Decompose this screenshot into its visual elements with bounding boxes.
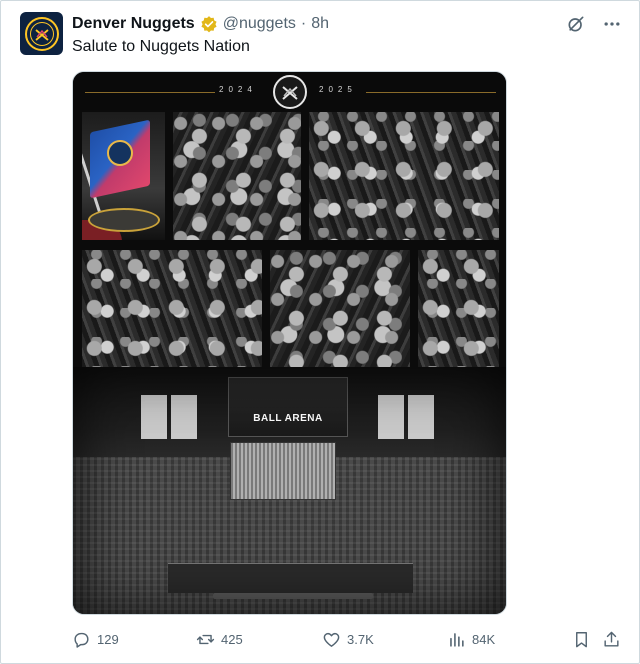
arena-photo: BALL ARENA	[73, 367, 506, 614]
display-name[interactable]: Denver Nuggets	[72, 15, 195, 33]
arena-banner	[141, 395, 167, 439]
user-handle[interactable]: @nuggets	[223, 15, 296, 33]
repost-count: 425	[221, 631, 243, 647]
tweet-card: Denver Nuggets @nuggets · 8h Salute to N…	[0, 0, 640, 664]
crowd-photo	[309, 112, 499, 240]
verified-badge-icon[interactable]	[200, 15, 218, 33]
year-left: 2024	[219, 85, 257, 94]
arena-banner	[171, 395, 197, 439]
reply-button[interactable]: 129	[72, 627, 119, 651]
arena-banner	[378, 395, 404, 439]
flag-emblem	[107, 140, 133, 166]
views-icon	[450, 632, 464, 647]
reply-count: 129	[97, 631, 119, 647]
share-icon	[604, 631, 619, 647]
share-button[interactable]	[602, 627, 621, 651]
year-right: 2025	[319, 85, 357, 94]
video-screen	[230, 442, 336, 500]
flag-photo	[82, 112, 165, 240]
tweet-text: Salute to Nuggets Nation	[72, 38, 250, 55]
divider	[85, 92, 215, 93]
top-actions	[565, 13, 623, 35]
views-button[interactable]: 84K	[447, 627, 495, 651]
reply-icon	[74, 632, 89, 648]
court	[168, 563, 413, 593]
view-count: 84K	[472, 631, 496, 647]
court-lettering	[213, 593, 373, 599]
like-count: 3.7K	[347, 631, 374, 647]
arena-banner	[408, 395, 434, 439]
nuggets-logo	[273, 75, 307, 109]
media-header-band: 2024 2025	[73, 72, 506, 110]
scoreboard	[228, 377, 348, 437]
separator-dot: ·	[300, 15, 307, 32]
pickaxe-icon	[282, 86, 298, 100]
crowd-photo	[173, 112, 301, 240]
divider	[366, 92, 496, 93]
heart-icon	[323, 632, 340, 647]
more-icon[interactable]	[601, 13, 623, 35]
like-button[interactable]: 3.7K	[322, 627, 374, 651]
pickaxe-icon	[34, 28, 49, 41]
timestamp[interactable]: 8h	[311, 15, 329, 33]
tweet-media-image[interactable]: 2024 2025 BALL ARENA	[72, 71, 507, 615]
tweet-header: Denver Nuggets @nuggets · 8h	[72, 13, 329, 35]
bookmark-icon	[576, 631, 587, 647]
bookmark-button[interactable]	[572, 627, 591, 651]
crowd-photo	[270, 250, 410, 370]
crowd-photo	[82, 250, 262, 370]
grok-icon[interactable]	[565, 13, 587, 35]
tweet-actions: 129 425 3.7K 84K	[72, 627, 621, 651]
repost-button[interactable]: 425	[196, 627, 243, 651]
court-logo	[88, 208, 160, 232]
crowd-photo	[418, 250, 499, 370]
repost-icon	[196, 634, 215, 644]
nuggets-logo	[24, 16, 59, 51]
venue-sign: BALL ARENA	[253, 413, 323, 424]
avatar[interactable]	[20, 12, 63, 55]
